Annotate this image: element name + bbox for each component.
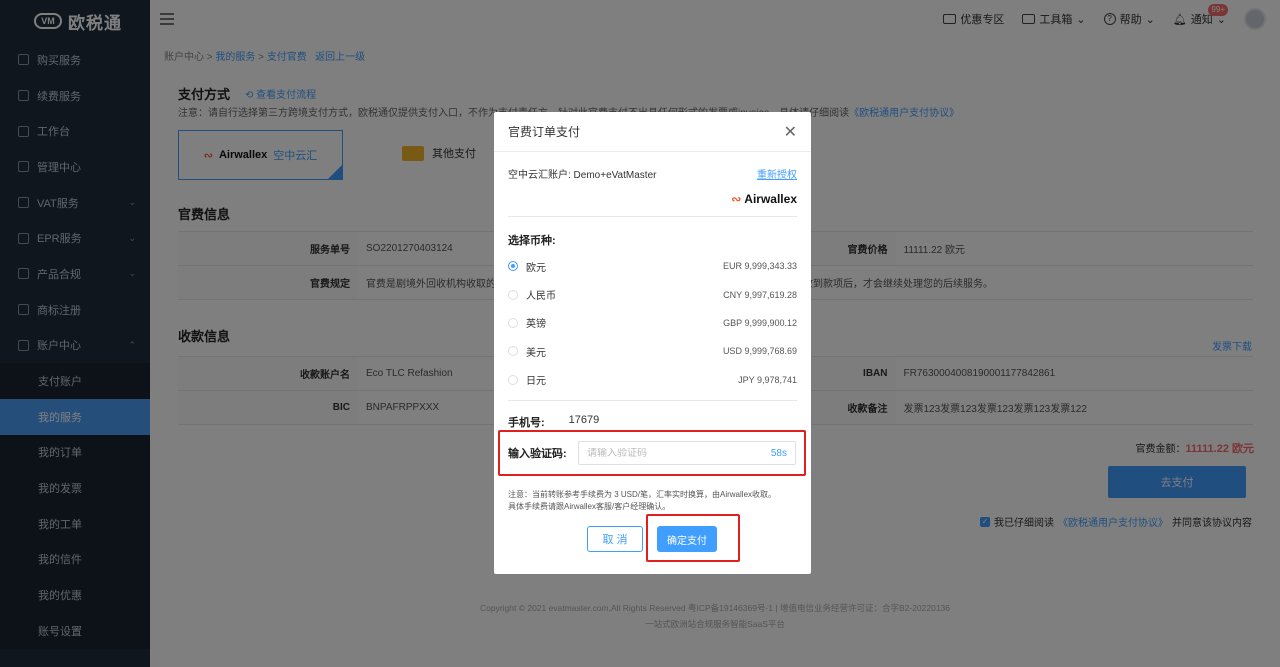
note-line: 具体手续费请跟Airwallex客服/客户经理确认。 <box>508 502 671 511</box>
reauthorize-link[interactable]: 重新授权 <box>757 166 797 181</box>
currency-amount: GBP 9,999,900.12 <box>723 317 797 328</box>
note-line: 注意：当前转账参考手续费为 3 USD/笔，汇率实时换算，由Airwallex收… <box>508 490 777 499</box>
currency-name: 人民币 <box>526 291 556 303</box>
airwallex-brand: Airwallex <box>744 192 797 206</box>
modal-header: 官费订单支付 ✕ <box>494 112 811 152</box>
fee-note: 注意：当前转账参考手续费为 3 USD/笔，汇率实时换算，由Airwallex收… <box>508 489 797 513</box>
currency-option-usd[interactable]: 美元 USD 9,999,768.69 <box>508 337 797 365</box>
currency-amount: CNY 9,997,619.28 <box>723 289 797 300</box>
currency-option-eur[interactable]: 欧元 EUR 9,999,343.33 <box>508 252 797 280</box>
radio-icon[interactable] <box>508 317 518 328</box>
phone-value: 17679 <box>568 414 600 426</box>
code-input-wrapper: 58s <box>578 441 796 465</box>
divider <box>508 400 797 401</box>
currency-option-cny[interactable]: 人民币 CNY 9,997,619.28 <box>508 280 797 308</box>
account-label: 空中云汇账户: Demo+eVatMaster <box>508 170 657 181</box>
verification-code-row: 输入验证码: 58s <box>498 430 806 476</box>
currency-amount: EUR 9,999,343.33 <box>722 261 797 272</box>
code-label: 输入验证码: <box>508 448 567 460</box>
radio-icon[interactable] <box>508 289 518 300</box>
modal-title: 官费订单支付 <box>508 125 581 139</box>
phone-label: 手机号: <box>508 417 545 429</box>
close-icon[interactable]: ✕ <box>784 122 797 142</box>
currency-name: 日元 <box>526 376 546 388</box>
radio-icon[interactable] <box>508 346 518 357</box>
currency-option-gbp[interactable]: 英镑 GBP 9,999,900.12 <box>508 309 797 337</box>
airwallex-logo: ∾ Airwallex <box>731 192 797 206</box>
airwallex-account-row: 空中云汇账户: Demo+eVatMaster 重新授权 <box>508 166 797 181</box>
confirm-pay-button[interactable]: 确定支付 <box>657 526 717 552</box>
verification-code-input[interactable] <box>587 447 771 459</box>
currency-name: 英镑 <box>526 319 546 331</box>
airwallex-logo-icon: ∾ <box>731 192 742 206</box>
phone-row: 手机号: 17679 <box>508 414 599 430</box>
currency-name: 美元 <box>526 347 546 359</box>
radio-selected-icon[interactable] <box>508 261 518 272</box>
code-countdown: 58s <box>770 447 787 459</box>
currency-option-jpy[interactable]: 日元 JPY 9,978,741 <box>508 366 797 394</box>
cancel-button[interactable]: 取 消 <box>587 526 643 552</box>
currency-name: 欧元 <box>526 262 546 274</box>
divider <box>508 216 797 217</box>
currency-list: 欧元 EUR 9,999,343.33 人民币 CNY 9,997,619.28… <box>508 252 797 394</box>
currency-title: 选择币种: <box>508 235 556 247</box>
payment-modal: 官费订单支付 ✕ 空中云汇账户: Demo+eVatMaster 重新授权 ∾ … <box>494 112 811 574</box>
currency-amount: JPY 9,978,741 <box>738 374 797 385</box>
radio-icon[interactable] <box>508 374 518 385</box>
currency-amount: USD 9,999,768.69 <box>722 346 797 357</box>
